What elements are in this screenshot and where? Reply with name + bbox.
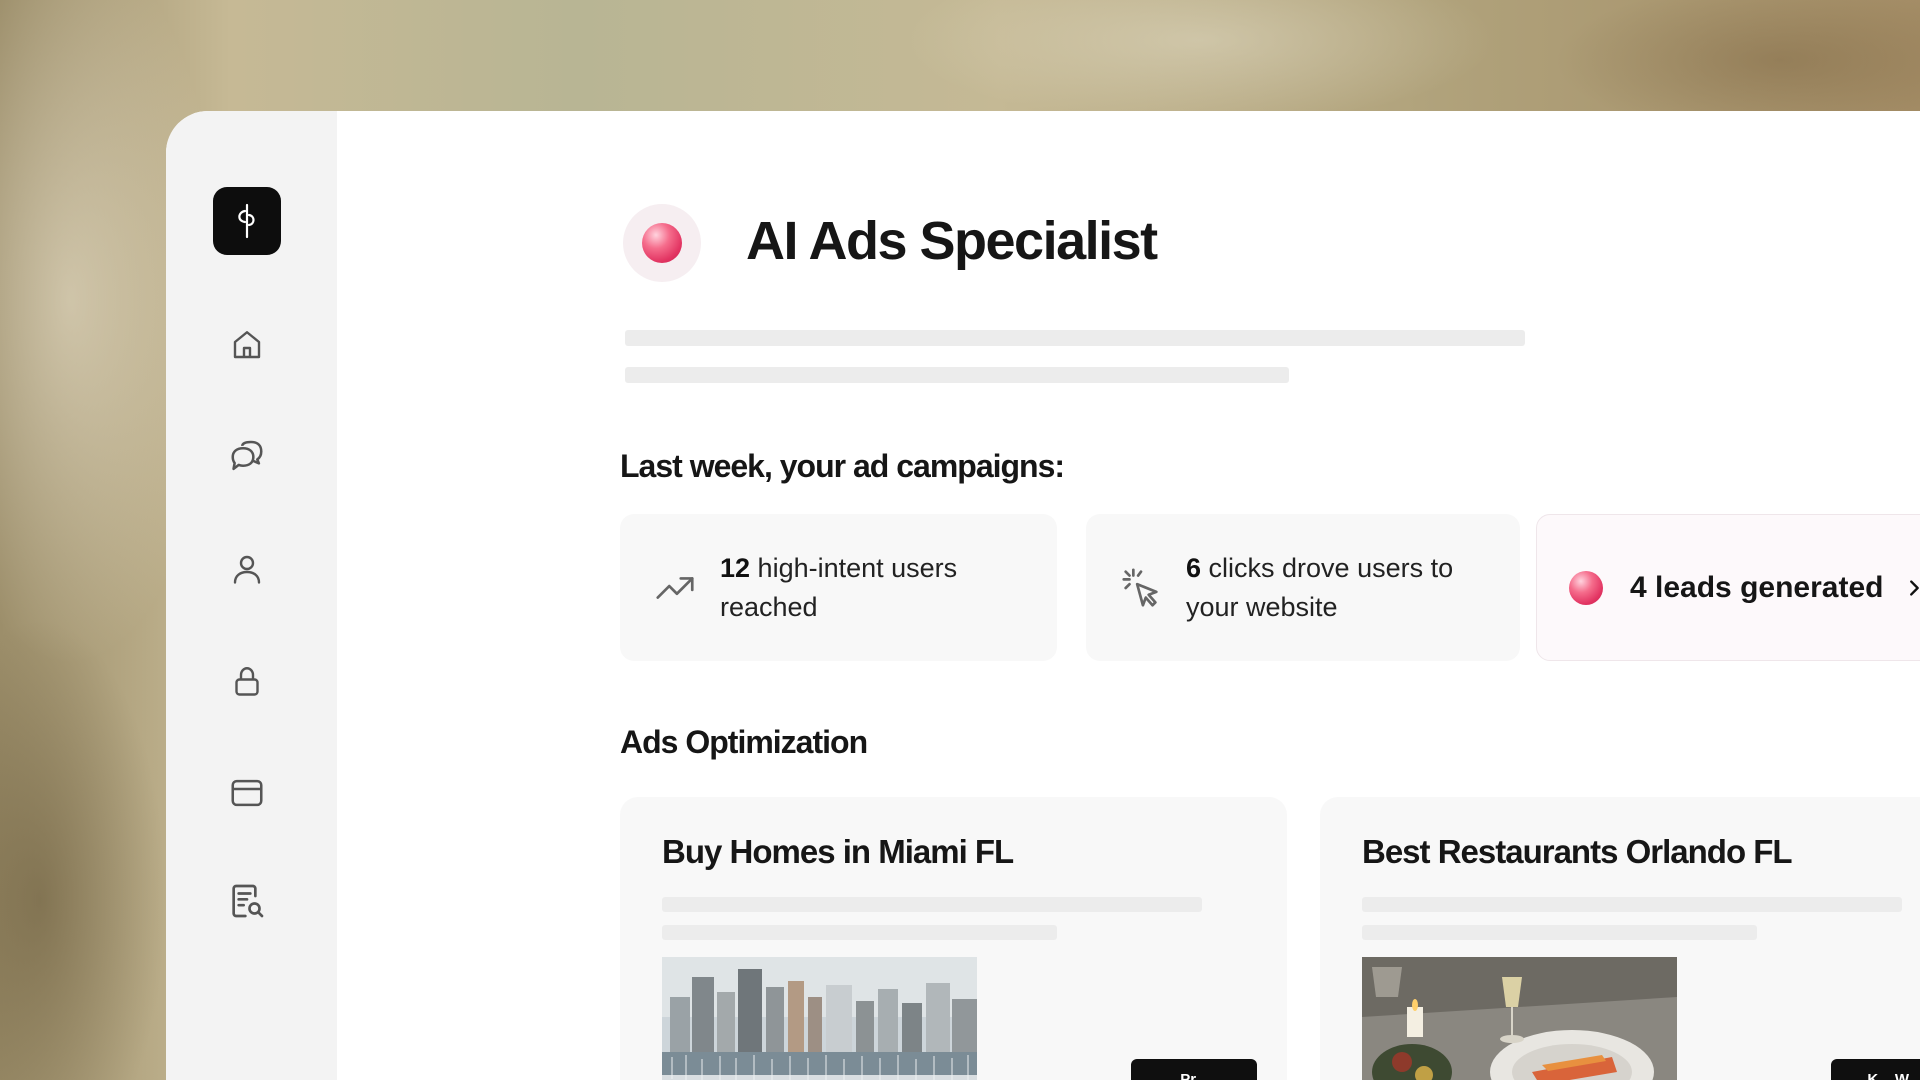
stat-users-number: 12 bbox=[720, 552, 751, 583]
logo-icon bbox=[238, 203, 255, 239]
card-icon bbox=[231, 779, 263, 807]
leads-orb-icon bbox=[1569, 570, 1603, 605]
assistant-avatar bbox=[623, 204, 701, 282]
sidebar bbox=[166, 111, 337, 1080]
document-search-icon bbox=[232, 884, 264, 918]
stat-users-text: 12 high-intent users reached bbox=[720, 549, 1020, 627]
ad-card-placeholder-line bbox=[1362, 925, 1757, 940]
stat-clicks-text: 6 clicks drove users to your website bbox=[1186, 549, 1496, 627]
miami-skyline-image bbox=[662, 957, 977, 1080]
ad-card-placeholder-line bbox=[1362, 897, 1902, 912]
sidebar-item-security[interactable] bbox=[227, 661, 267, 701]
stat-card-clicks: 6 clicks drove users to your website bbox=[1086, 514, 1520, 661]
sidebar-item-reports[interactable] bbox=[227, 881, 267, 921]
chevron-right-icon bbox=[1903, 577, 1920, 599]
user-icon bbox=[233, 555, 261, 584]
ad-card-action-button[interactable]: K... W... bbox=[1831, 1059, 1920, 1080]
summary-heading: Last week, your ad campaigns: bbox=[620, 448, 1065, 484]
orb-icon bbox=[642, 223, 682, 263]
ad-card-title: Buy Homes in Miami FL bbox=[662, 833, 1014, 870]
ad-card-miami[interactable]: Buy Homes in Miami FL Pr... bbox=[620, 797, 1287, 1080]
ad-card-action-button[interactable]: Pr... bbox=[1131, 1059, 1257, 1080]
cursor-click-icon bbox=[1122, 567, 1158, 607]
leads-label: 4 leads generated bbox=[1630, 570, 1884, 604]
sidebar-item-profile[interactable] bbox=[227, 549, 267, 589]
app-logo[interactable] bbox=[213, 187, 281, 255]
ad-card-orlando[interactable]: Best Restaurants Orlando FL K... W... bbox=[1320, 797, 1920, 1080]
stat-card-users: 12 high-intent users reached bbox=[620, 514, 1057, 661]
stat-clicks-number: 6 bbox=[1186, 552, 1202, 583]
restaurant-dish-image bbox=[1362, 957, 1677, 1080]
main-content: AI Ads Specialist Last week, your ad cam… bbox=[337, 111, 1920, 1080]
ad-card-title: Best Restaurants Orlando FL bbox=[1362, 833, 1793, 870]
sidebar-item-billing[interactable] bbox=[227, 773, 267, 813]
optimization-heading: Ads Optimization bbox=[620, 724, 868, 760]
lock-icon bbox=[235, 667, 259, 696]
ad-card-placeholder-line bbox=[662, 897, 1202, 912]
leads-card[interactable]: 4 leads generated bbox=[1536, 514, 1920, 661]
stat-clicks-label: clicks drove users to your website bbox=[1186, 552, 1454, 622]
sidebar-item-home[interactable] bbox=[227, 325, 267, 365]
sidebar-item-chat[interactable] bbox=[227, 437, 267, 477]
description-placeholder-line bbox=[625, 367, 1289, 383]
home-icon bbox=[233, 331, 261, 359]
page-title: AI Ads Specialist bbox=[746, 211, 1158, 271]
ad-card-placeholder-line bbox=[662, 925, 1057, 940]
stat-users-label: high-intent users reached bbox=[720, 552, 958, 622]
description-placeholder-line bbox=[625, 330, 1525, 346]
chat-bubbles-icon bbox=[231, 440, 263, 471]
app-window: AI Ads Specialist Last week, your ad cam… bbox=[166, 111, 1920, 1080]
trending-up-icon bbox=[656, 576, 694, 599]
